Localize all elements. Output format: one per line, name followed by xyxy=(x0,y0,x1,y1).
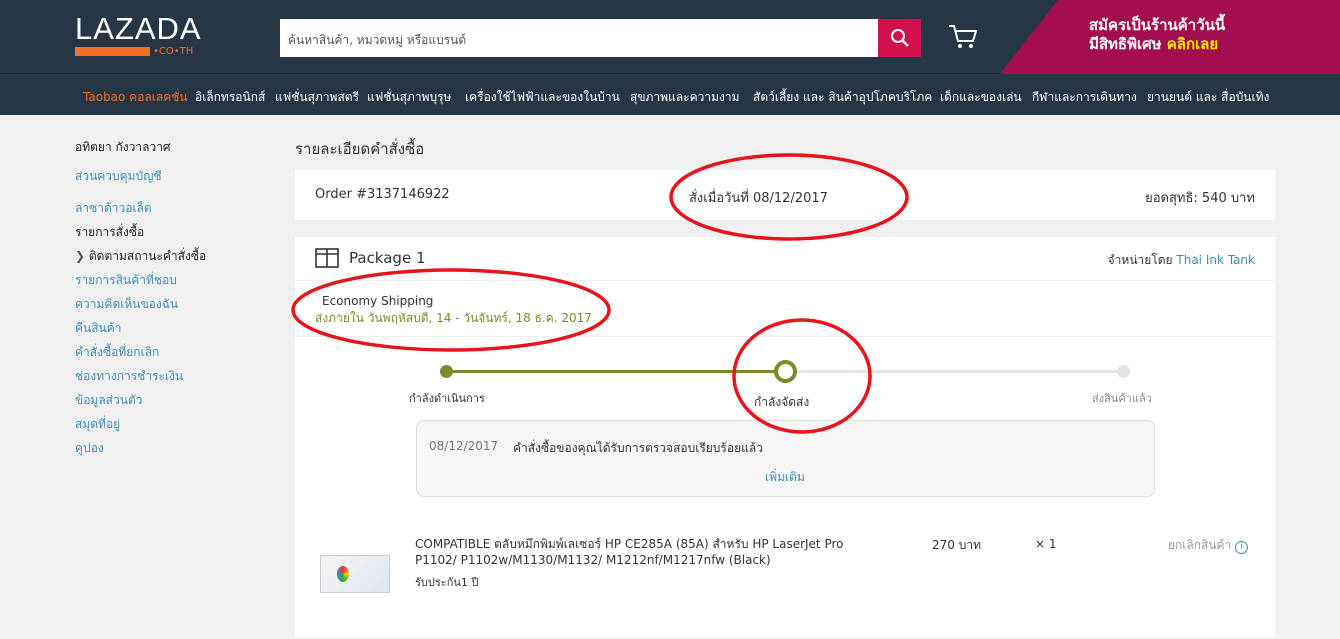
step-dot-pending xyxy=(1117,365,1130,378)
sidebar-item[interactable]: รายการสินค้าที่ชอบ xyxy=(75,271,177,290)
nav-item[interactable]: Taobao คอลเลคชั่น xyxy=(83,88,188,107)
sidebar-account[interactable]: ส่วนควบคุมบัญชี xyxy=(75,167,162,186)
product-image[interactable] xyxy=(320,555,390,593)
nav-item[interactable]: เด็กและของเล่น xyxy=(940,88,1022,107)
product-name-line2[interactable]: P1102/ P1102w/M1130/M1132/ M1212nf/M1217… xyxy=(415,553,771,567)
nav-item[interactable]: สุขภาพและความงาม xyxy=(630,88,740,107)
sold-by-label: จำหน่ายโดย xyxy=(1107,253,1173,267)
shipping-method: Economy Shipping xyxy=(322,294,434,308)
log-date: 08/12/2017 xyxy=(429,439,499,453)
chevron-right-icon: ❯ xyxy=(75,249,86,263)
nav-item[interactable]: กีฬาและการเดินทาง xyxy=(1032,88,1137,107)
nav-item[interactable]: สัตว์เลี้ยง และ สินค้าอุปโภคบริโภค xyxy=(753,88,932,107)
sidebar-item[interactable]: ความคิดเห็นของฉัน xyxy=(75,295,178,314)
product-qty: × 1 xyxy=(1035,537,1057,551)
product-name-line1[interactable]: COMPATIBLE ตลับหมึกพิมพ์เลเซอร์ HP CE285… xyxy=(415,537,843,551)
product-price: 270 บาท xyxy=(932,538,981,552)
sidebar-item[interactable]: รายการสั่งซื้อ xyxy=(75,223,144,242)
order-date: สั่งเมื่อวันที่ 08/12/2017 xyxy=(689,191,828,206)
order-summary: Order #3137146922 สั่งเมื่อวันที่ 08/12/… xyxy=(295,170,1275,220)
step-dot-done xyxy=(440,365,453,378)
user-name: อทิตยา กังวาลวาศ xyxy=(75,140,171,154)
package-icon xyxy=(315,248,339,268)
delivery-eta: ส่งภายใน วันพฤหัสบดี, 14 - วันจันทร์, 18… xyxy=(315,311,592,325)
search-input[interactable]: ค้นหาสินค้า, หมวดหมู่ หรือแบรนด์ xyxy=(280,19,879,57)
product-warranty: รับประกัน1 ปี xyxy=(415,576,479,589)
sidebar-item[interactable]: คำสั่งซื้อที่ยกเลิก xyxy=(75,343,159,362)
promo-cta[interactable]: คลิกเลย xyxy=(1167,35,1218,53)
nav-item[interactable]: เครื่องใช้ไฟฟ้าและของในบ้าน xyxy=(465,88,620,107)
seller-link[interactable]: Thai Ink Tank xyxy=(1176,253,1255,267)
search-button[interactable] xyxy=(878,19,921,57)
cancel-item-button[interactable]: ยกเลิกสินค้า xyxy=(1168,538,1231,552)
sidebar-item[interactable]: ลาซาด้าวอเล็ต xyxy=(75,199,152,218)
sidebar-item-active[interactable]: ติดตามสถานะคำสั่งซื้อ xyxy=(89,249,206,263)
logo-text: LAZADA xyxy=(75,11,202,46)
package-title: Package 1 xyxy=(349,249,426,267)
order-number: Order #3137146922 xyxy=(315,187,450,202)
sidebar-item[interactable]: ช่องทางการชำระเงิน xyxy=(75,367,183,386)
sidebar-item[interactable]: สมุดที่อยู่ xyxy=(75,415,120,434)
lazada-logo[interactable]: LAZADA •CO•TH xyxy=(75,11,202,57)
step-label: ส่งสินค้าแล้ว xyxy=(1092,392,1152,405)
status-log: 08/12/2017 คำสั่งซื้อของคุณได้รับการตรวจ… xyxy=(416,420,1155,497)
progress-fill xyxy=(447,370,785,373)
category-nav: Taobao คอลเลคชั่น อิเล็กทรอนิกส์ แฟชั่นส… xyxy=(0,74,1340,115)
nav-item[interactable]: แฟชั่นสุภาพบุรุษ xyxy=(367,88,451,107)
nav-item[interactable]: อิเล็กทรอนิกส์ xyxy=(195,88,265,107)
nav-item[interactable]: ยานยนต์ และ สื่อบันเทิง xyxy=(1147,88,1269,107)
order-total: ยอดสุทธิ: 540 บาท xyxy=(1145,191,1255,206)
step-dot-current xyxy=(774,360,797,383)
sidebar-item[interactable]: ข้อมูลส่วนตัว xyxy=(75,391,142,410)
header: LAZADA •CO•TH ค้นหาสินค้า, หมวดหมู่ หรือ… xyxy=(0,0,1340,74)
log-text: คำสั่งซื้อของคุณได้รับการตรวจสอบเรียบร้อ… xyxy=(513,441,763,455)
search-icon xyxy=(890,29,909,47)
promo-line2: มีสิทธิพิเศษ xyxy=(1089,35,1162,53)
page-title: รายละเอียดคำสั่งซื้อ xyxy=(295,140,425,158)
cart-icon[interactable] xyxy=(948,24,978,50)
package-card: Package 1 จำหน่ายโดย Thai Ink Tank Econo… xyxy=(295,237,1275,637)
sidebar-item[interactable]: คูปอง xyxy=(75,439,104,458)
logo-sub: •CO•TH xyxy=(153,46,194,57)
nav-item[interactable]: แฟชั่นสุภาพสตรี xyxy=(275,88,359,107)
promo-line1: สมัครเป็นร้านค้าวันนี้ xyxy=(1089,16,1226,34)
step-label: กำลังดำเนินการ xyxy=(409,392,485,405)
more-link[interactable]: เพิ่มเติม xyxy=(765,468,805,487)
sidebar-item[interactable]: คืนสินค้า xyxy=(75,319,122,338)
seller-promo-banner[interactable]: สมัครเป็นร้านค้าวันนี้ มีสิทธิพิเศษ คลิกเ… xyxy=(1000,0,1340,74)
info-icon[interactable]: i xyxy=(1235,541,1249,554)
step-label: กำลังจัดส่ง xyxy=(754,395,810,409)
